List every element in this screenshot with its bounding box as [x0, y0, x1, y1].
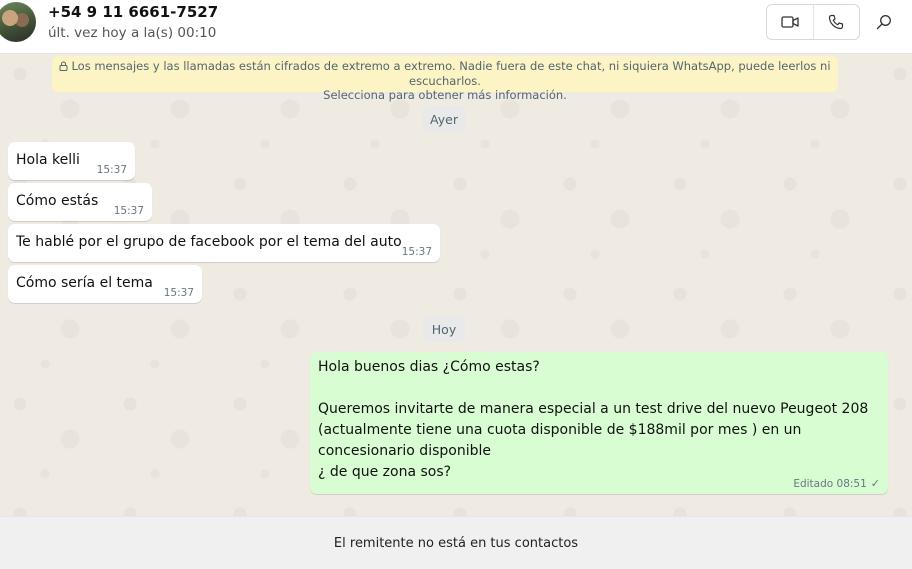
message-time: 15:37	[96, 164, 127, 176]
encryption-notice-line2: Selecciona para obtener más información.	[323, 88, 567, 102]
encryption-notice-line1: Los mensajes y las llamadas están cifrad…	[71, 59, 831, 88]
search-icon	[876, 15, 891, 30]
unknown-sender-notice: El remitente no está en tus contactos	[333, 535, 579, 551]
video-call-button[interactable]	[767, 5, 813, 39]
message-time: 15:37	[163, 287, 194, 299]
message-time: Editado 08:51 ✓	[793, 477, 880, 490]
message-bubble[interactable]: Te hablé por el grupo de facebook por el…	[8, 224, 440, 262]
search-button[interactable]	[872, 10, 896, 34]
message-text: Hola buenos dias ¿Cómo estas? Queremos i…	[318, 359, 869, 480]
last-seen-status: últ. vez hoy a la(s) 00:10	[48, 25, 217, 41]
chat-area[interactable]: Los mensajes y las llamadas están cifrad…	[0, 54, 912, 516]
voice-call-icon	[829, 14, 844, 30]
message-bubble[interactable]: Hola kelli 15:37	[8, 142, 135, 180]
message-time: 15:37	[113, 205, 144, 217]
voice-call-button[interactable]	[812, 5, 860, 39]
message-text: Te hablé por el grupo de facebook por el…	[16, 234, 402, 250]
call-button-group	[766, 4, 860, 40]
encryption-notice[interactable]: Los mensajes y las llamadas están cifrad…	[52, 56, 838, 102]
contact-name[interactable]: +54 9 11 6661-7527	[48, 3, 218, 21]
video-call-icon	[781, 16, 799, 28]
read-check-icon: ✓	[870, 477, 880, 490]
message-time: 15:37	[401, 246, 432, 258]
chat-header: +54 9 11 6661-7527 últ. vez hoy a la(s) …	[0, 0, 912, 54]
avatar[interactable]	[0, 2, 36, 42]
lock-icon	[59, 60, 68, 74]
message-bubble[interactable]: Cómo estás 15:37	[8, 183, 152, 221]
day-separator-yesterday: Ayer	[422, 106, 466, 132]
unknown-sender-footer: El remitente no está en tus contactos	[0, 516, 912, 569]
outgoing-message-bubble[interactable]: Hola buenos dias ¿Cómo estas? Queremos i…	[310, 352, 888, 494]
message-time-label: Editado 08:51	[793, 478, 867, 490]
message-bubble[interactable]: Cómo sería el tema 15:37	[8, 265, 202, 303]
day-separator-today: Hoy	[423, 316, 465, 342]
